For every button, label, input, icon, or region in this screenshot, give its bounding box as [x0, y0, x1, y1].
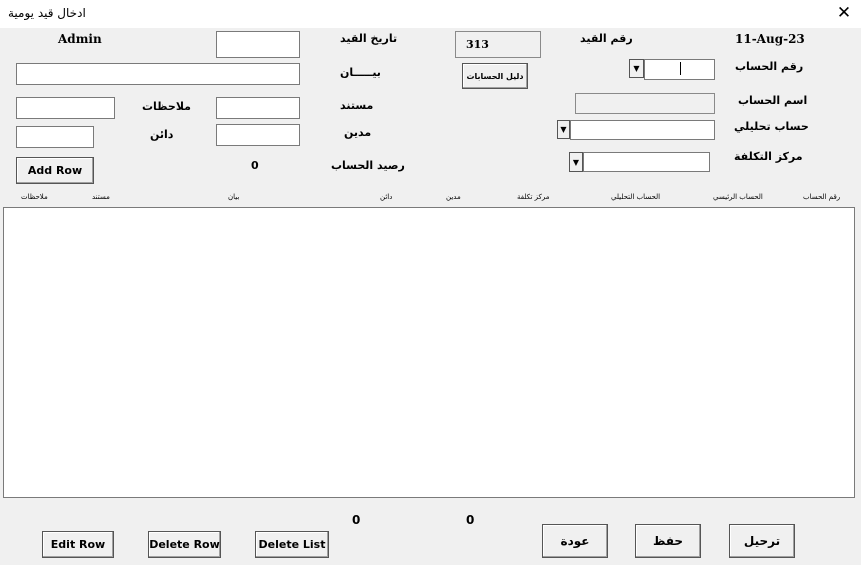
statement-label: بيـــــان — [340, 66, 381, 79]
account-number-label: رقم الحساب — [735, 60, 804, 73]
add-row-button[interactable]: Add Row — [16, 157, 94, 184]
debit-input[interactable] — [216, 124, 300, 146]
document-input[interactable] — [216, 97, 300, 119]
statement-input[interactable] — [16, 63, 300, 85]
analytical-account-input[interactable] — [570, 120, 715, 140]
current-date: 11-Aug-23 — [735, 32, 805, 46]
entry-number-field: 313 — [455, 31, 541, 58]
total-debit: 0 — [466, 513, 475, 527]
account-number-dropdown-icon[interactable]: ▼ — [629, 59, 644, 78]
account-name-field — [575, 93, 715, 114]
credit-label: دائن — [150, 128, 174, 141]
column-header-statement: بيان — [228, 193, 240, 201]
save-button[interactable]: حفظ — [635, 524, 701, 558]
column-header-account-no: رقم الحساب — [803, 193, 841, 201]
column-header-credit: دائن — [380, 193, 393, 201]
column-header-cost-center: مركز تكلفة — [517, 193, 550, 201]
credit-input[interactable] — [16, 126, 94, 148]
analytical-account-label: حساب تحليلي — [734, 120, 809, 133]
entry-date-label: تاريخ القيد — [340, 32, 398, 45]
column-header-debit: مدين — [446, 193, 461, 201]
title-bar — [0, 0, 861, 28]
accounts-guide-button[interactable]: دليل الحسابات — [462, 63, 528, 89]
delete-row-button[interactable]: Delete Row — [148, 531, 221, 558]
user-name: Admin — [58, 32, 102, 46]
back-button[interactable]: عودة — [542, 524, 608, 558]
debit-label: مدين — [344, 126, 372, 139]
post-button[interactable]: ترحيل — [729, 524, 795, 558]
account-name-label: اسم الحساب — [738, 94, 808, 107]
notes-input[interactable] — [16, 97, 115, 119]
column-header-notes: ملاحظات — [21, 193, 48, 201]
entry-number-value: 313 — [466, 38, 489, 51]
cost-center-dropdown-icon[interactable]: ▼ — [569, 152, 583, 172]
cost-center-label: مركز التكلفة — [734, 150, 803, 163]
balance-value: 0 — [251, 159, 259, 172]
window-title: ادخال قيد يومية — [8, 6, 86, 20]
total-credit: 0 — [352, 513, 361, 527]
edit-row-button[interactable]: Edit Row — [42, 531, 114, 558]
close-icon[interactable]: ✕ — [832, 2, 856, 24]
notes-label: ملاحظات — [142, 100, 191, 113]
entry-date-input[interactable] — [216, 31, 300, 58]
cost-center-input[interactable] — [583, 152, 710, 172]
column-header-main-account: الحساب الرئيسي — [713, 193, 763, 201]
delete-list-button[interactable]: Delete List — [255, 531, 329, 558]
column-header-analytical-account: الحساب التحليلي — [611, 193, 661, 201]
balance-label: رصيد الحساب — [331, 159, 405, 172]
document-label: مستند — [340, 99, 374, 112]
entries-list[interactable] — [3, 207, 855, 498]
entry-number-label: رقم القيد — [580, 32, 633, 45]
analytical-account-dropdown-icon[interactable]: ▼ — [557, 120, 570, 139]
text-caret — [680, 62, 681, 75]
column-header-document: مستند — [92, 193, 110, 201]
